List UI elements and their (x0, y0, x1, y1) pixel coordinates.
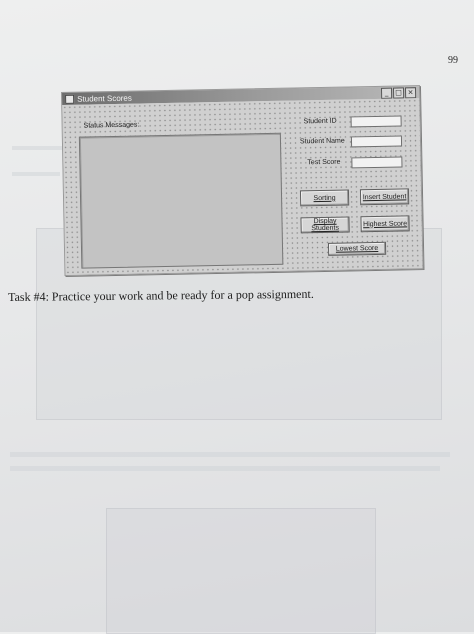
window-title: Student Scores (77, 93, 132, 104)
maximize-icon[interactable]: □ (392, 87, 405, 99)
bleed-through-line-2 (12, 172, 60, 176)
bleed-through-box-bottom (106, 508, 376, 634)
sorting-button-label: Sorting (313, 194, 336, 202)
student-name-input[interactable] (350, 135, 403, 148)
page-number: 99 (448, 55, 458, 66)
form-client-area: Status Messages: Student ID Student Name… (62, 98, 423, 275)
highest-score-button-label: Highest Score (363, 219, 408, 228)
bleed-through-line-1 (12, 146, 64, 150)
insert-student-button[interactable]: Insert Student (359, 188, 410, 206)
status-messages-box[interactable] (78, 132, 284, 269)
highest-score-button[interactable]: Highest Score (360, 215, 410, 233)
insert-student-button-label: Insert Student (362, 192, 407, 201)
close-icon[interactable]: × (404, 87, 417, 99)
test-score-input[interactable] (351, 156, 403, 169)
display-students-button[interactable]: Display Students (300, 216, 350, 234)
status-messages-label: Status Messages: (83, 121, 140, 130)
student-scores-window: Student Scores _ □ × Status Messages: St… (61, 85, 424, 276)
student-id-input[interactable] (350, 115, 402, 128)
sorting-button[interactable]: Sorting (299, 189, 350, 207)
display-students-button-label: Display Students (311, 217, 340, 233)
window-controls: _ □ × (380, 87, 417, 99)
bleed-through-line-4 (10, 466, 440, 471)
bleed-through-line-3 (10, 452, 450, 457)
student-name-label: Student Name (298, 137, 346, 146)
minimize-icon[interactable]: _ (380, 87, 393, 99)
lowest-score-button[interactable]: Lowest Score (327, 241, 387, 256)
student-id-label: Student ID (302, 117, 338, 126)
test-score-label: Test Score (306, 158, 342, 167)
lowest-score-button-label: Lowest Score (335, 244, 379, 253)
app-icon (65, 94, 75, 104)
